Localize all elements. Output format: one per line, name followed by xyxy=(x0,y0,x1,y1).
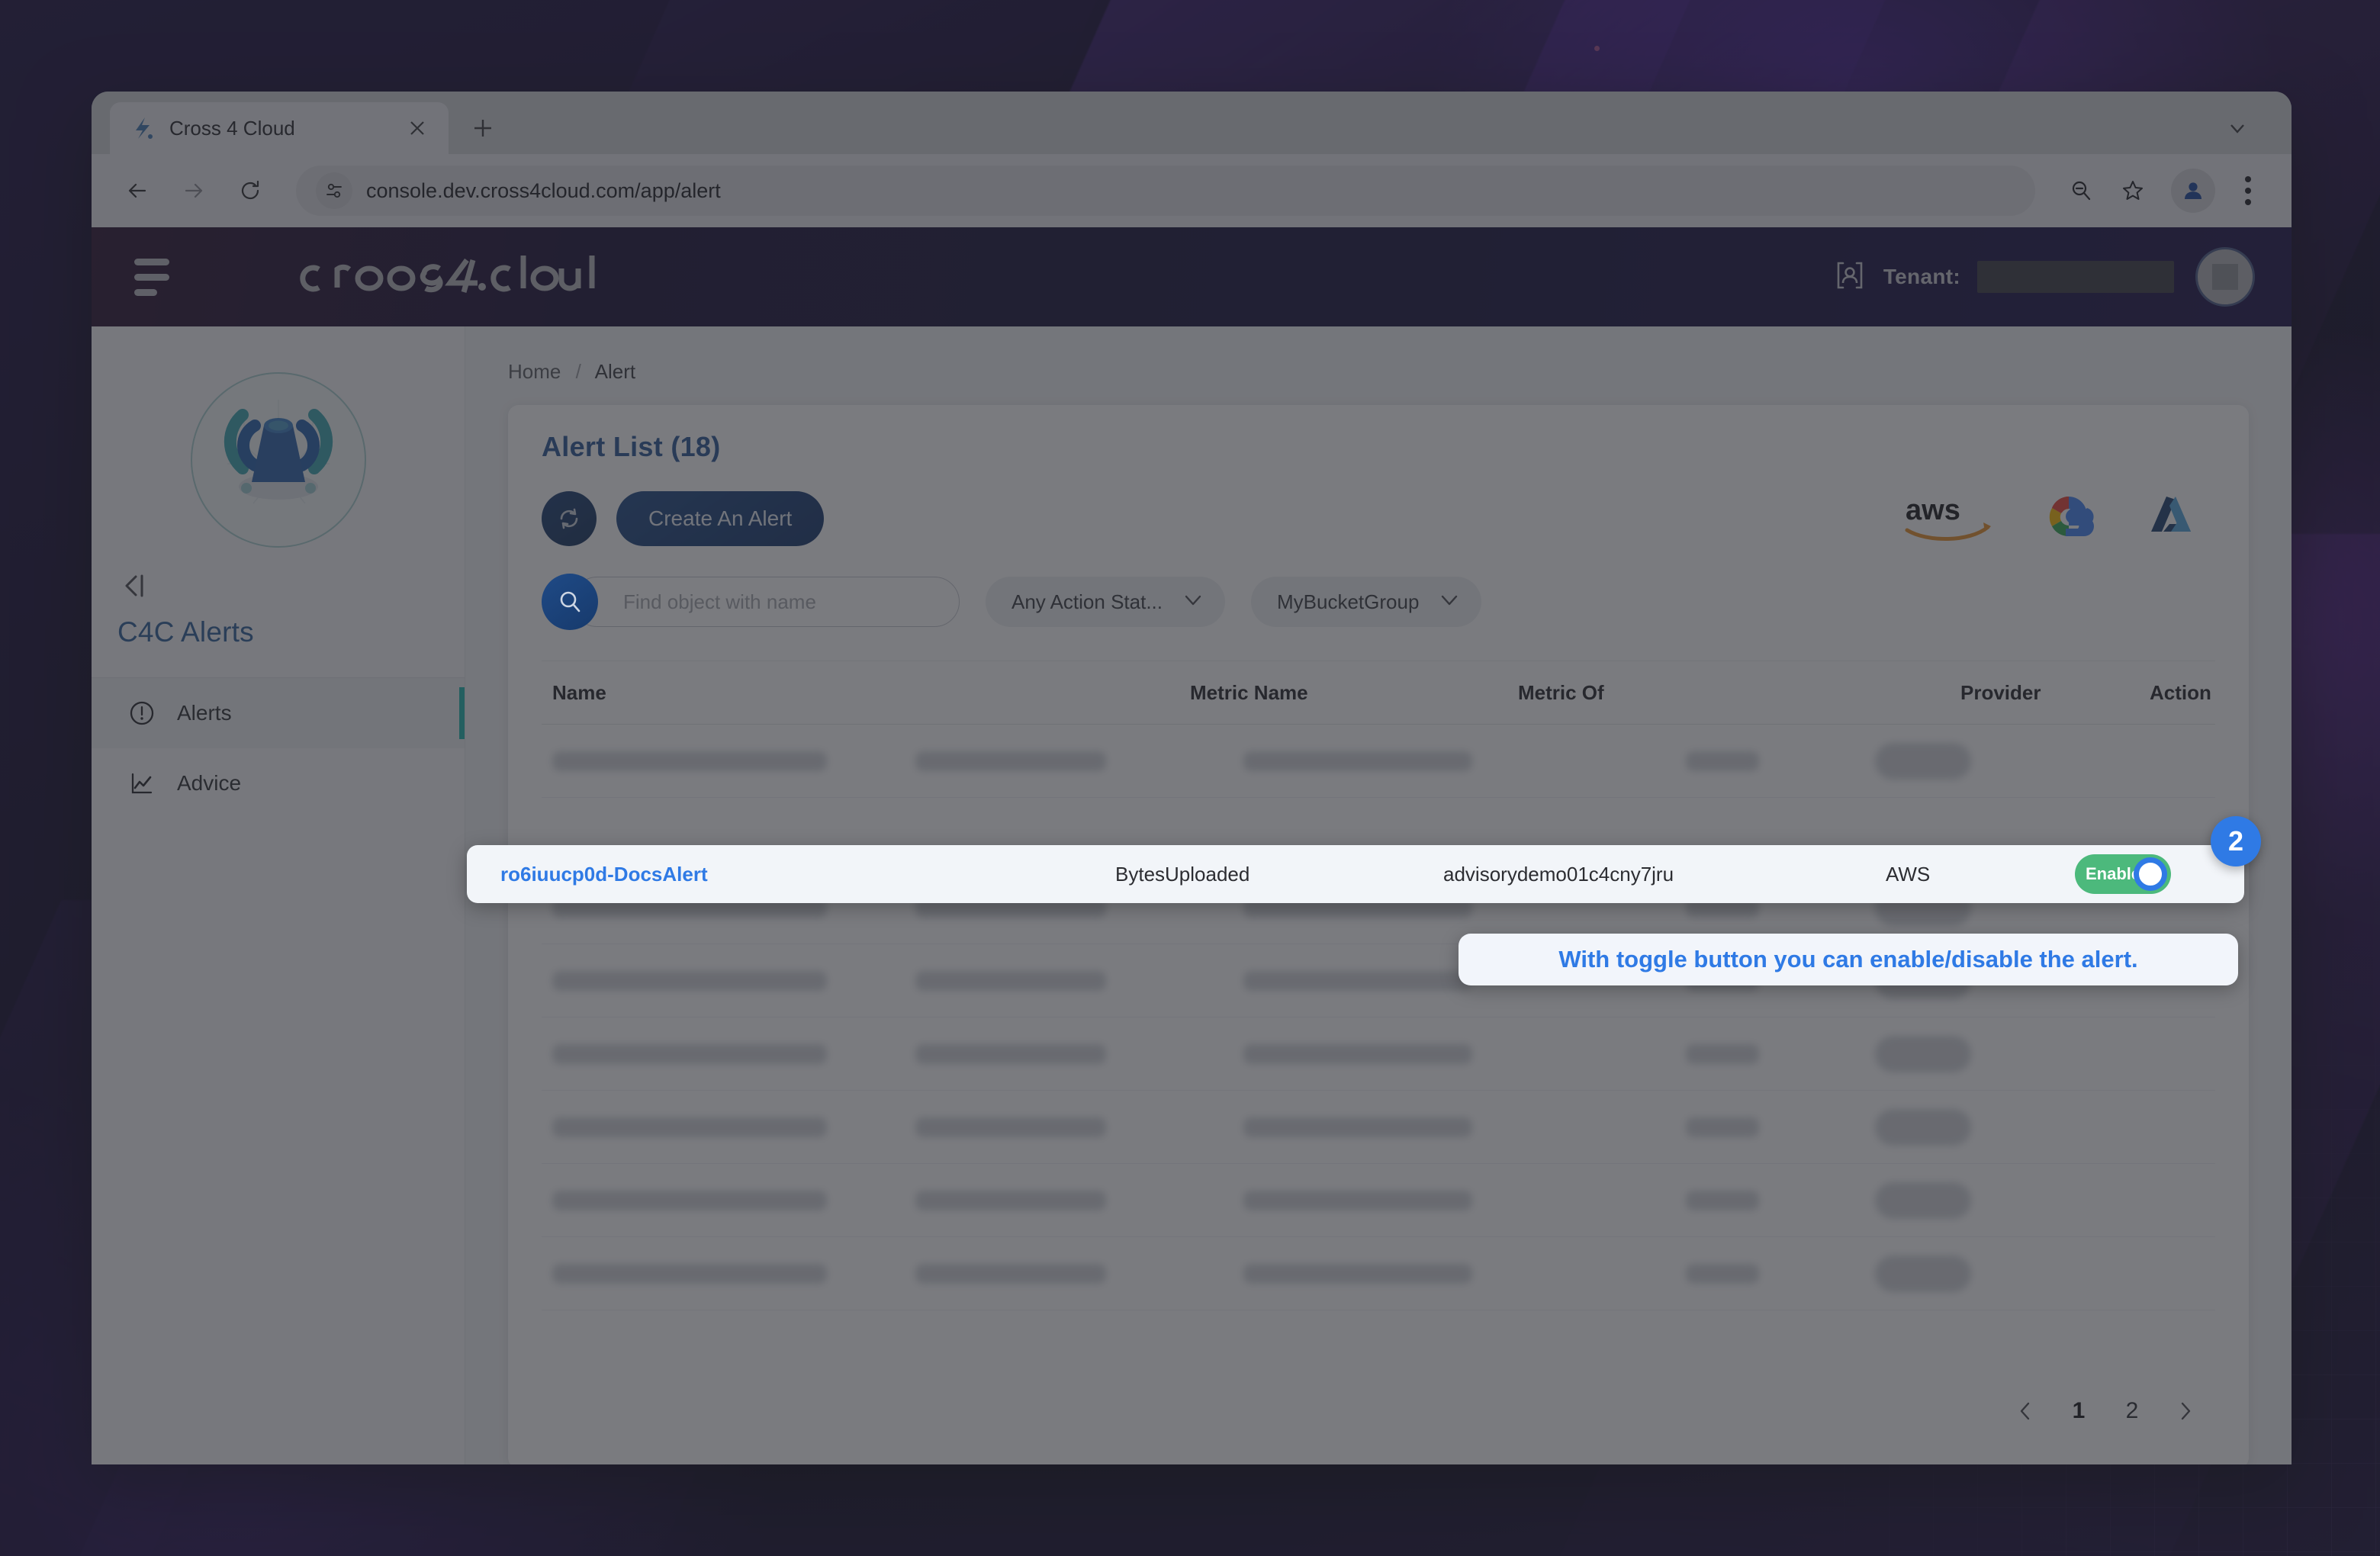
chevron-right-icon[interactable] xyxy=(2162,1387,2209,1435)
browser-tab[interactable]: Cross 4 Cloud xyxy=(110,102,449,154)
hamburger-menu-icon[interactable] xyxy=(134,258,183,296)
star-icon[interactable] xyxy=(2108,166,2157,215)
alert-siren-illustration-icon xyxy=(190,372,366,548)
table-row[interactable] xyxy=(542,1091,2215,1164)
alert-metric-of: advisorydemo01c4cny7jru xyxy=(1443,862,1674,886)
profile-avatar-icon[interactable] xyxy=(2171,169,2215,213)
browser-tabstrip: Cross 4 Cloud xyxy=(92,92,2292,154)
pagination-page-1[interactable]: 1 xyxy=(2055,1387,2102,1435)
breadcrumb-current: Alert xyxy=(594,360,636,383)
svg-text:aws: aws xyxy=(1906,494,1960,526)
line-chart-icon xyxy=(127,768,157,799)
header-right-group: Tenant: xyxy=(1833,247,2255,307)
alert-provider: AWS xyxy=(1886,862,1931,886)
three-dot-menu-icon[interactable] xyxy=(2226,169,2270,213)
tenant-person-icon xyxy=(1833,259,1867,296)
card-actions-row: Create An Alert aws xyxy=(542,489,2215,548)
bucket-group-filter-label: MyBucketGroup xyxy=(1277,590,1420,613)
breadcrumb-separator: / xyxy=(575,360,581,383)
browser-toolbar: console.dev.cross4cloud.com/app/alert xyxy=(92,154,2292,227)
breadcrumb-home[interactable]: Home xyxy=(508,360,561,383)
tune-icon[interactable] xyxy=(316,172,352,209)
toolbar-right-group xyxy=(2057,166,2270,215)
column-header-action: Action xyxy=(2150,680,2211,704)
alert-table: Name Metric Name Metric Of Provider Acti… xyxy=(542,661,2215,1310)
cloud-provider-logos: aws xyxy=(1899,489,2215,548)
page-title: Alert List (18) xyxy=(542,431,721,462)
create-alert-label: Create An Alert xyxy=(648,506,793,530)
column-header-metric-of: Metric Of xyxy=(1518,680,1604,704)
table-body xyxy=(542,725,2215,1310)
app-header: Tenant: xyxy=(92,227,2292,326)
table-row[interactable] xyxy=(542,1018,2215,1091)
table-row[interactable] xyxy=(542,1237,2215,1310)
create-alert-button[interactable]: Create An Alert xyxy=(616,490,825,546)
tenant-label: Tenant: xyxy=(1883,265,1960,288)
wallpaper-dot xyxy=(1594,46,1600,51)
azure-logo-icon xyxy=(2140,489,2198,548)
toggle-knob xyxy=(2134,857,2167,891)
refresh-icon[interactable] xyxy=(542,490,597,546)
omnibox[interactable]: console.dev.cross4cloud.com/app/alert xyxy=(296,166,2035,216)
bucket-group-filter[interactable]: MyBucketGroup xyxy=(1251,577,1482,627)
chevron-left-icon[interactable] xyxy=(2002,1387,2049,1435)
table-row-highlighted[interactable]: ro6iuucp0d-DocsAlert BytesUploaded advis… xyxy=(467,845,2244,903)
close-icon[interactable] xyxy=(403,114,432,143)
forward-arrow-icon[interactable] xyxy=(169,166,218,215)
tenant-selector[interactable]: Tenant: xyxy=(1833,259,2174,296)
sidebar-item-alerts[interactable]: Alerts xyxy=(92,678,465,748)
plus-icon[interactable] xyxy=(456,102,510,154)
action-status-filter-label: Any Action Stat... xyxy=(1011,590,1163,613)
chevron-down-icon xyxy=(1440,592,1459,612)
pagination-page-2[interactable]: 2 xyxy=(2108,1387,2156,1435)
google-cloud-logo-icon xyxy=(2038,489,2099,548)
table-row[interactable] xyxy=(542,1164,2215,1237)
enable-disable-toggle[interactable]: Enabled xyxy=(2075,854,2171,894)
alert-circle-icon xyxy=(127,698,157,728)
alert-name-link[interactable]: ro6iuucp0d-DocsAlert xyxy=(467,863,1115,886)
sidebar-title: C4C Alerts xyxy=(117,616,254,648)
column-header-name: Name xyxy=(552,680,606,704)
tutorial-step-badge: 2 xyxy=(2211,816,2261,866)
table-row[interactable] xyxy=(542,725,2215,798)
browser-tab-title: Cross 4 Cloud xyxy=(169,116,295,140)
table-header-row: Name Metric Name Metric Of Provider Acti… xyxy=(542,661,2215,725)
sidebar-item-label: Alerts xyxy=(177,701,232,725)
chevron-down-icon xyxy=(1184,592,1202,612)
collapse-panel-icon[interactable] xyxy=(116,567,157,604)
browser-window: Cross 4 Cloud console.dev.cross4cloud.co… xyxy=(92,92,2292,1464)
cross4cloud-favicon-icon xyxy=(130,115,156,141)
action-status-filter[interactable]: Any Action Stat... xyxy=(986,577,1225,627)
chevron-down-icon[interactable] xyxy=(2211,102,2264,154)
aws-logo-icon: aws xyxy=(1899,489,1997,548)
column-header-metric-name: Metric Name xyxy=(1190,680,1308,704)
tenant-value-redacted xyxy=(1977,261,2174,293)
reload-icon[interactable] xyxy=(226,166,275,215)
sidebar-item-advice[interactable]: Advice xyxy=(92,748,465,818)
cross4cloud-logo xyxy=(290,256,595,298)
tutorial-callout: With toggle button you can enable/disabl… xyxy=(1459,934,2238,985)
alert-metric-name: BytesUploaded xyxy=(1115,862,1250,886)
zoom-out-icon[interactable] xyxy=(2057,166,2105,215)
search-input[interactable] xyxy=(572,577,960,627)
url-text: console.dev.cross4cloud.com/app/alert xyxy=(366,178,721,202)
filters-row: Any Action Stat... MyBucketGroup xyxy=(542,574,2215,630)
back-arrow-icon[interactable] xyxy=(113,166,162,215)
search-icon[interactable] xyxy=(542,574,598,630)
user-avatar-icon[interactable] xyxy=(2195,247,2255,307)
sidebar-item-label: Advice xyxy=(177,771,242,795)
sidebar: C4C Alerts Alerts Advice xyxy=(92,326,465,1464)
column-header-provider: Provider xyxy=(1960,680,2041,704)
pagination: 1 2 xyxy=(2002,1387,2209,1435)
search-box xyxy=(542,574,960,630)
breadcrumb: Home / Alert xyxy=(508,360,2249,384)
